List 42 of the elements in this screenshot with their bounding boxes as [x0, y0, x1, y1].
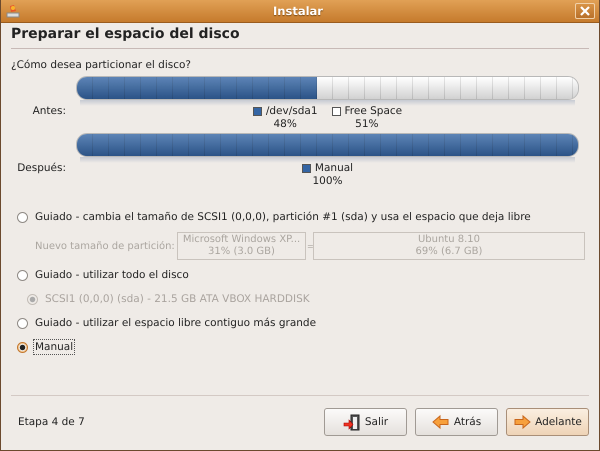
close-icon [580, 6, 590, 16]
legend-swatch [252, 106, 262, 116]
radio-button[interactable] [17, 318, 28, 328]
dialog-button[interactable]: Adelante [506, 408, 589, 436]
option-label: Manual [34, 340, 74, 354]
option-label: Guiado - utilizar todo el disco [34, 268, 190, 282]
dialog-button[interactable]: Atrás [415, 408, 498, 436]
page-heading: Preparar el espacio del disco [11, 26, 241, 44]
radio-button[interactable] [17, 212, 28, 222]
close-button[interactable] [575, 3, 595, 19]
window-title: Instalar [272, 4, 324, 18]
partition-name: Ubuntu 8.10 [418, 234, 480, 246]
option-label: SCSI1 (0,0,0) (sda) - 21.5 GB ATA VBOX HARDDISK [44, 292, 311, 306]
dialog-button[interactable]: Salir [324, 408, 407, 436]
question-text: ¿Cómo desea particionar el disco? [11, 59, 192, 73]
legend-label: Free Space [344, 105, 402, 117]
bar-label: Antes: [32, 104, 66, 117]
partition-name: Microsoft Windows XP... [182, 234, 300, 246]
legend-label: Manual [314, 162, 354, 174]
radio-option[interactable]: Guiado - utilizar todo el disco [17, 263, 190, 287]
radio-button[interactable] [17, 270, 28, 280]
legend-swatch [302, 164, 311, 172]
installer-icon [5, 4, 21, 18]
legend-percent: 51% [355, 118, 378, 130]
step-indicator: Etapa 4 de 7 [18, 416, 85, 428]
partition-size: 69% (6.7 GB) [416, 246, 482, 258]
door-exit-icon [342, 414, 361, 430]
legend-percent: 100% [312, 175, 343, 187]
radio-option[interactable]: Manual [17, 335, 74, 359]
legend-swatch [332, 106, 341, 116]
radio-button[interactable] [17, 342, 28, 352]
resize-label: Nuevo tamaño de partición: [35, 240, 176, 252]
option-label: Guiado - cambia el tamaño de SCSI1 (0,0,0), partición #1 (sda) y usa el espacio que deja libre [34, 210, 532, 224]
arrow-left-icon [432, 414, 450, 430]
legend-percent: 48% [274, 118, 297, 130]
radio-option[interactable]: Guiado - cambia el tamaño de SCSI1 (0,0,0), partición #1 (sda) y usa el espacio que deja libre [17, 205, 532, 229]
arrow-right-icon [513, 414, 532, 430]
radio-option[interactable]: Guiado - utilizar el espacio libre contiguo más grande [17, 311, 318, 335]
partition-size: 31% (3.0 GB) [208, 246, 275, 258]
bar-label: Después: [16, 161, 66, 174]
option-label: Guiado - utilizar el espacio libre contiguo más grande [34, 316, 318, 330]
legend-label: /dev/sda1 [266, 105, 318, 117]
